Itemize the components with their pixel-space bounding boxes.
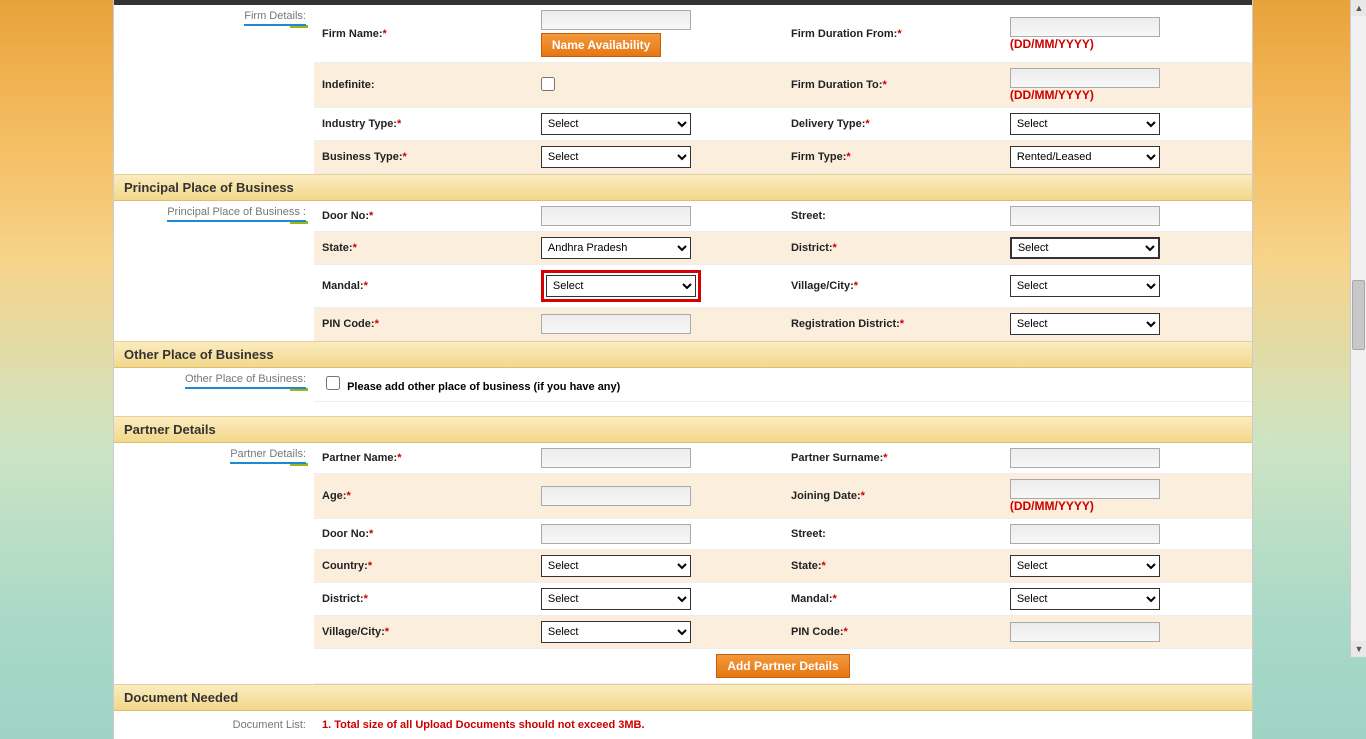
partner-district-label: District:* xyxy=(314,583,533,616)
firm-type-label: Firm Type:* xyxy=(783,141,1002,174)
scroll-up-arrow[interactable]: ▲ xyxy=(1351,0,1366,16)
ppob-regdist-select[interactable]: Select xyxy=(1010,313,1160,335)
add-partner-button[interactable]: Add Partner Details xyxy=(716,654,849,678)
ppob-district-label: District:* xyxy=(783,232,1002,265)
industry-type-label: Industry Type:* xyxy=(314,108,533,141)
ppob-header: Principal Place of Business xyxy=(114,174,1252,201)
ppob-door-input[interactable] xyxy=(541,206,691,226)
partner-door-input[interactable] xyxy=(541,524,691,544)
opob-add-label: Please add other place of business (if y… xyxy=(347,381,620,393)
partner-state-label: State:* xyxy=(783,550,1002,583)
opob-add-checkbox[interactable] xyxy=(326,376,340,390)
partner-state-select[interactable]: Select xyxy=(1010,555,1160,577)
ppob-side-label: Principal Place of Business : xyxy=(167,206,306,224)
partner-header: Partner Details xyxy=(114,416,1252,443)
partner-joining-label: Joining Date:* xyxy=(783,474,1002,519)
partner-age-label: Age:* xyxy=(314,474,533,519)
partner-surname-label: Partner Surname:* xyxy=(783,443,1002,474)
business-type-label: Business Type:* xyxy=(314,141,533,174)
partner-surname-input[interactable] xyxy=(1010,448,1160,468)
scroll-down-arrow[interactable]: ▼ xyxy=(1351,641,1366,657)
indefinite-label: Indefinite: xyxy=(314,63,533,108)
ppob-regdist-label: Registration District:* xyxy=(783,308,1002,341)
ppob-pin-label: PIN Code:* xyxy=(314,308,533,341)
delivery-type-select[interactable]: Select xyxy=(1010,113,1160,135)
date-hint: (DD/MM/YYYY) xyxy=(1010,499,1094,513)
partner-side-label: Partner Details: xyxy=(230,448,306,466)
scroll-thumb[interactable] xyxy=(1352,280,1365,350)
ppob-state-select[interactable]: Andhra Pradesh xyxy=(541,237,691,259)
partner-pin-input[interactable] xyxy=(1010,622,1160,642)
partner-name-input[interactable] xyxy=(541,448,691,468)
partner-district-select[interactable]: Select xyxy=(541,588,691,610)
partner-street-input[interactable] xyxy=(1010,524,1160,544)
doc-header: Document Needed xyxy=(114,684,1252,711)
ppob-village-label: Village/City:* xyxy=(783,265,1002,308)
partner-country-label: Country:* xyxy=(314,550,533,583)
doc-msg-1: 1. Total size of all Upload Documents sh… xyxy=(322,719,645,731)
partner-name-label: Partner Name:* xyxy=(314,443,533,474)
name-availability-button[interactable]: Name Availability xyxy=(541,33,661,57)
ppob-street-input[interactable] xyxy=(1010,206,1160,226)
firm-details-side-label: Firm Details: xyxy=(244,10,306,28)
partner-village-label: Village/City:* xyxy=(314,616,533,649)
ppob-village-select[interactable]: Select xyxy=(1010,275,1160,297)
firm-duration-from-input[interactable] xyxy=(1010,17,1160,37)
ppob-mandal-label: Mandal:* xyxy=(314,265,533,308)
ppob-pin-input[interactable] xyxy=(541,314,691,334)
ppob-door-label: Door No:* xyxy=(314,201,533,232)
ppob-street-label: Street: xyxy=(783,201,1002,232)
partner-joining-input[interactable] xyxy=(1010,479,1160,499)
partner-door-label: Door No:* xyxy=(314,519,533,550)
partner-pin-label: PIN Code:* xyxy=(783,616,1002,649)
partner-village-select[interactable]: Select xyxy=(541,621,691,643)
date-hint: (DD/MM/YYYY) xyxy=(1010,88,1094,102)
doc-side-label: Document List: xyxy=(233,719,306,731)
opob-side-label: Other Place of Business: xyxy=(185,373,306,391)
firm-name-input[interactable] xyxy=(541,10,691,30)
date-hint: (DD/MM/YYYY) xyxy=(1010,37,1094,51)
firm-duration-to-input[interactable] xyxy=(1010,68,1160,88)
partner-mandal-select[interactable]: Select xyxy=(1010,588,1160,610)
ppob-district-select[interactable]: Select xyxy=(1010,237,1160,259)
ppob-state-label: State:* xyxy=(314,232,533,265)
business-type-select[interactable]: Select xyxy=(541,146,691,168)
opob-header: Other Place of Business xyxy=(114,341,1252,368)
firm-duration-to-label: Firm Duration To:* xyxy=(783,63,1002,108)
industry-type-select[interactable]: Select xyxy=(541,113,691,135)
ppob-mandal-select[interactable]: Select xyxy=(546,275,696,297)
partner-street-label: Street: xyxy=(783,519,1002,550)
partner-mandal-label: Mandal:* xyxy=(783,583,1002,616)
firm-duration-from-label: Firm Duration From:* xyxy=(783,5,1002,63)
delivery-type-label: Delivery Type:* xyxy=(783,108,1002,141)
partner-country-select[interactable]: Select xyxy=(541,555,691,577)
partner-age-input[interactable] xyxy=(541,486,691,506)
vertical-scrollbar[interactable]: ▲ ▼ xyxy=(1350,0,1366,657)
firm-name-label: Firm Name:* xyxy=(314,5,533,63)
firm-type-select[interactable]: Rented/Leased xyxy=(1010,146,1160,168)
indefinite-checkbox[interactable] xyxy=(541,77,555,91)
